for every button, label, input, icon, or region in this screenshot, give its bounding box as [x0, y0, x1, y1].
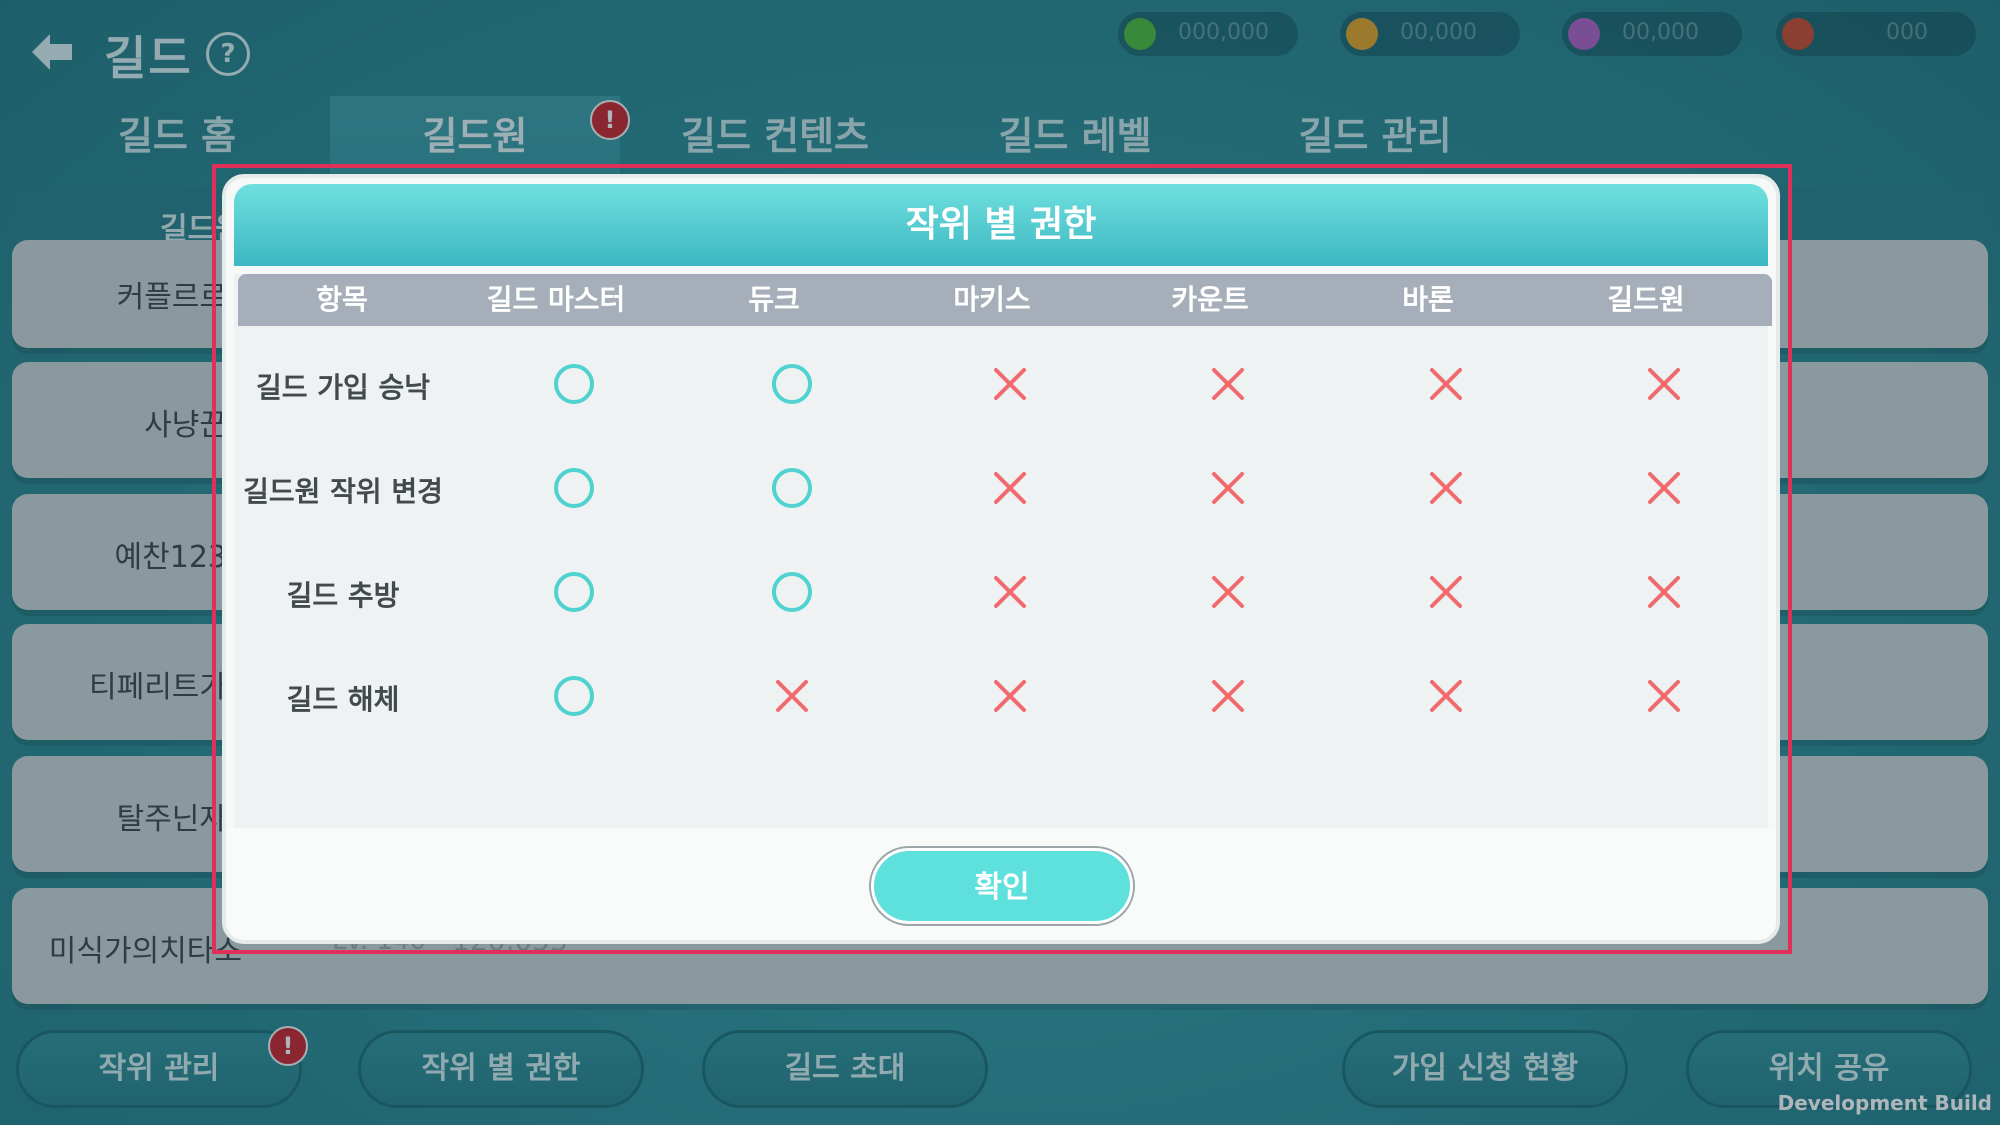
permission-row-label: 길드 추방	[286, 579, 400, 612]
denied-x-icon	[1430, 680, 1462, 712]
column-header-duke: 듀크	[748, 283, 800, 316]
dialog-footer: 확인	[226, 828, 1776, 940]
table-header: 항목 길드 마스터 듀크 마키스 카운트 바론 길드원	[238, 274, 1772, 326]
allowed-circle-icon	[554, 468, 594, 508]
allowed-circle-icon	[554, 364, 594, 404]
rank-permissions-dialog: 작위 별 권한 항목 길드 마스터 듀크 마키스 카운트 바론 길드원 길드 가…	[222, 174, 1780, 944]
allowed-circle-icon	[772, 364, 812, 404]
denied-x-icon	[1430, 576, 1462, 608]
permissions-table: 항목 길드 마스터 듀크 마키스 카운트 바론 길드원 길드 가입 승낙길드원 …	[234, 274, 1772, 828]
permission-row-label: 길드원 작위 변경	[243, 475, 443, 508]
denied-x-icon	[994, 368, 1026, 400]
allowed-circle-icon	[772, 468, 812, 508]
confirm-button[interactable]: 확인	[871, 848, 1133, 924]
column-header-count: 카운트	[1171, 283, 1249, 316]
denied-x-icon	[1212, 576, 1244, 608]
column-header-marquis: 마키스	[953, 283, 1031, 316]
denied-x-icon	[1648, 680, 1680, 712]
denied-x-icon	[1648, 576, 1680, 608]
column-header-item: 항목	[316, 283, 368, 316]
column-header-guild-member: 길드원	[1607, 283, 1685, 316]
denied-x-icon	[994, 576, 1026, 608]
denied-x-icon	[1648, 472, 1680, 504]
permission-row-label: 길드 해체	[286, 683, 400, 716]
denied-x-icon	[994, 472, 1026, 504]
allowed-circle-icon	[554, 572, 594, 612]
dialog-header: 작위 별 권한	[234, 184, 1768, 266]
denied-x-icon	[1212, 472, 1244, 504]
denied-x-icon	[1430, 368, 1462, 400]
denied-x-icon	[1648, 368, 1680, 400]
column-header-baron: 바론	[1402, 283, 1454, 316]
column-header-guild-master: 길드 마스터	[486, 283, 626, 316]
denied-x-icon	[994, 680, 1026, 712]
denied-x-icon	[1212, 680, 1244, 712]
denied-x-icon	[1430, 472, 1462, 504]
denied-x-icon	[776, 680, 808, 712]
dialog-title: 작위 별 권한	[905, 204, 1097, 245]
permission-row-label: 길드 가입 승낙	[255, 371, 431, 404]
allowed-circle-icon	[554, 676, 594, 716]
denied-x-icon	[1212, 368, 1244, 400]
allowed-circle-icon	[772, 572, 812, 612]
